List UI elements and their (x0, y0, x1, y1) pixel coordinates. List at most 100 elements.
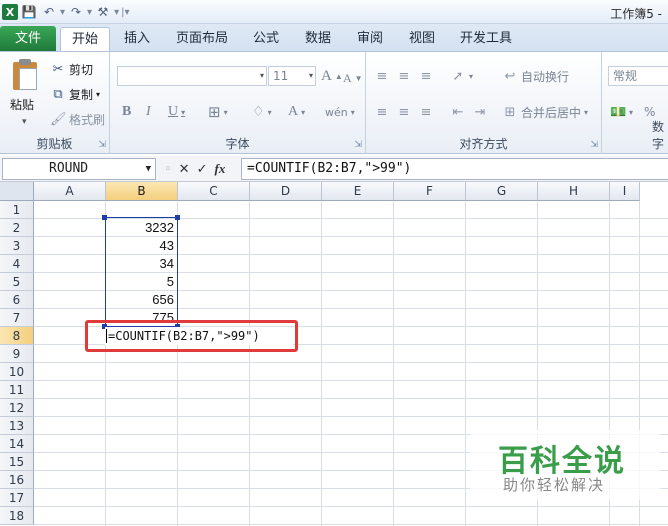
quick-access-toolbar: X 💾 ↶ ▾ ↷ ▾ ⚒ ▾ |▾ (2, 2, 129, 22)
column-header-d[interactable]: D (250, 182, 322, 201)
tab-page-layout[interactable]: 页面布局 (170, 27, 234, 51)
row-header-17[interactable]: 17 (0, 489, 34, 507)
undo-icon[interactable]: ↶ (40, 3, 58, 21)
watermark: 百科全说 助你轻松解决 (470, 430, 660, 500)
orientation-button[interactable]: ➚ ▾ (450, 66, 473, 86)
row-header-13[interactable]: 13 (0, 417, 34, 435)
align-middle-button[interactable]: ≡ (396, 66, 412, 86)
clipboard-launcher-icon[interactable]: ⇲ (98, 140, 106, 150)
borders-button[interactable]: ⊞ ▾ (208, 102, 228, 122)
column-header-h[interactable]: H (538, 182, 610, 201)
row-header-16[interactable]: 16 (0, 471, 34, 489)
align-right-button[interactable]: ≡ (418, 102, 434, 122)
tab-data[interactable]: 数据 (298, 27, 338, 51)
row-header-10[interactable]: 10 (0, 363, 34, 381)
font-group-label: 字体 (225, 137, 250, 151)
redo-icon[interactable]: ↷ (67, 3, 85, 21)
font-name-combo[interactable]: ▾ (117, 66, 267, 86)
row-gridline (34, 524, 668, 525)
row-header-11[interactable]: 11 (0, 381, 34, 399)
underline-button[interactable]: U ▾ (168, 102, 185, 122)
align-left-button[interactable]: ≡ (374, 102, 390, 122)
paste-button[interactable]: 粘贴 (10, 94, 34, 114)
number-format-combo[interactable]: 常规 (608, 66, 668, 86)
row-header-1[interactable]: 1 (0, 201, 34, 219)
fill-color-button[interactable]: ♢ ▾ (252, 102, 272, 122)
shrink-font-button[interactable]: A ▼ (343, 68, 363, 88)
row-header-9[interactable]: 9 (0, 345, 34, 363)
column-header-c[interactable]: C (178, 182, 250, 201)
tab-formulas[interactable]: 公式 (246, 27, 286, 51)
excel-logo-icon[interactable]: X (2, 4, 18, 20)
formula-input[interactable]: =COUNTIF(B2:B7,">99") (241, 158, 668, 180)
paste-icon[interactable] (8, 58, 42, 92)
column-header-g[interactable]: G (466, 182, 538, 201)
brush-icon: 🖌 (50, 111, 67, 127)
wrap-text-button[interactable]: ↩ 自动换行 (502, 66, 569, 86)
column-header-i[interactable]: I (610, 182, 640, 201)
range-resize-handle[interactable] (175, 215, 180, 220)
decrease-indent-button[interactable]: ⇤ (450, 102, 466, 122)
row-header-4[interactable]: 4 (0, 255, 34, 273)
merge-center-button[interactable]: ⊞ 合并后居中 ▾ (502, 102, 588, 122)
undo-dropdown-icon[interactable]: ▾ (60, 7, 65, 18)
row-header-7[interactable]: 7 (0, 309, 34, 327)
accounting-format-button[interactable]: 💵 ▾ (610, 102, 633, 122)
increase-indent-button[interactable]: ⇥ (472, 102, 488, 122)
excel-window: X 💾 ↶ ▾ ↷ ▾ ⚒ ▾ |▾ 工作簿5 - 文件 开始 插入 页面布局 … (0, 0, 668, 526)
grow-font-button[interactable]: A ▲ (321, 66, 343, 86)
row-header-12[interactable]: 12 (0, 399, 34, 417)
row-header-18[interactable]: 18 (0, 507, 34, 525)
bold-button[interactable]: B (122, 102, 131, 122)
column-header-e[interactable]: E (322, 182, 394, 201)
customize-qat-icon[interactable]: |▾ (121, 7, 129, 18)
formula-bar: ROUND ▼ ◦ ✕ ✓ fx =COUNTIF(B2:B7,">99") (0, 156, 668, 182)
insert-function-icon[interactable]: fx (214, 161, 225, 177)
percent-icon: % (644, 105, 656, 119)
cancel-icon[interactable]: ✕ (179, 162, 190, 177)
paste-dropdown-icon[interactable]: ▾ (22, 112, 27, 132)
italic-button[interactable]: I (146, 102, 151, 122)
row-header-8[interactable]: 8 (0, 327, 34, 345)
row-header-2[interactable]: 2 (0, 219, 34, 237)
redo-dropdown-icon[interactable]: ▾ (87, 7, 92, 18)
column-header-b[interactable]: B (106, 182, 178, 201)
name-box[interactable]: ROUND ▼ (2, 158, 156, 180)
align-center-icon: ≡ (398, 104, 410, 120)
row-header-5[interactable]: 5 (0, 273, 34, 291)
merge-center-label: 合并后居中 (521, 105, 582, 120)
tab-file[interactable]: 文件 (0, 26, 56, 51)
tab-home[interactable]: 开始 (60, 27, 110, 51)
range-reference-box[interactable] (105, 217, 178, 327)
save-icon[interactable]: 💾 (20, 3, 38, 21)
tab-developer[interactable]: 开发工具 (454, 27, 518, 51)
font-size-combo[interactable]: 11 ▾ (268, 66, 316, 86)
copy-button[interactable]: ⧉ 复制 ▾ (50, 84, 100, 104)
column-header-a[interactable]: A (34, 182, 106, 201)
range-resize-handle[interactable] (102, 215, 107, 220)
cut-button[interactable]: ✂ 剪切 (50, 59, 93, 79)
font-launcher-icon[interactable]: ⇲ (354, 140, 362, 150)
enter-icon[interactable]: ✓ (197, 162, 208, 177)
name-box-dropdown-icon: ▼ (145, 164, 151, 174)
alignment-launcher-icon[interactable]: ⇲ (590, 140, 598, 150)
row-header-3[interactable]: 3 (0, 237, 34, 255)
phonetic-button[interactable]: wén ▾ (325, 102, 355, 122)
tools-icon[interactable]: ⚒ (94, 3, 112, 21)
row-header-15[interactable]: 15 (0, 453, 34, 471)
column-header-f[interactable]: F (394, 182, 466, 201)
align-center-button[interactable]: ≡ (396, 102, 412, 122)
row-header-6[interactable]: 6 (0, 291, 34, 309)
tab-view[interactable]: 视图 (402, 27, 442, 51)
format-painter-button[interactable]: 🖌 格式刷 (50, 109, 105, 129)
tools-dropdown-icon[interactable]: ▾ (114, 7, 119, 18)
tab-review[interactable]: 审阅 (350, 27, 390, 51)
row-gridline (34, 380, 668, 381)
row-header-14[interactable]: 14 (0, 435, 34, 453)
tab-insert[interactable]: 插入 (116, 27, 158, 51)
align-top-button[interactable]: ≡ (374, 66, 390, 86)
font-size-value: 11 (273, 69, 289, 83)
font-color-button[interactable]: A ▾ (288, 102, 305, 122)
select-all-corner[interactable] (0, 182, 34, 201)
align-bottom-button[interactable]: ≡ (418, 66, 434, 86)
